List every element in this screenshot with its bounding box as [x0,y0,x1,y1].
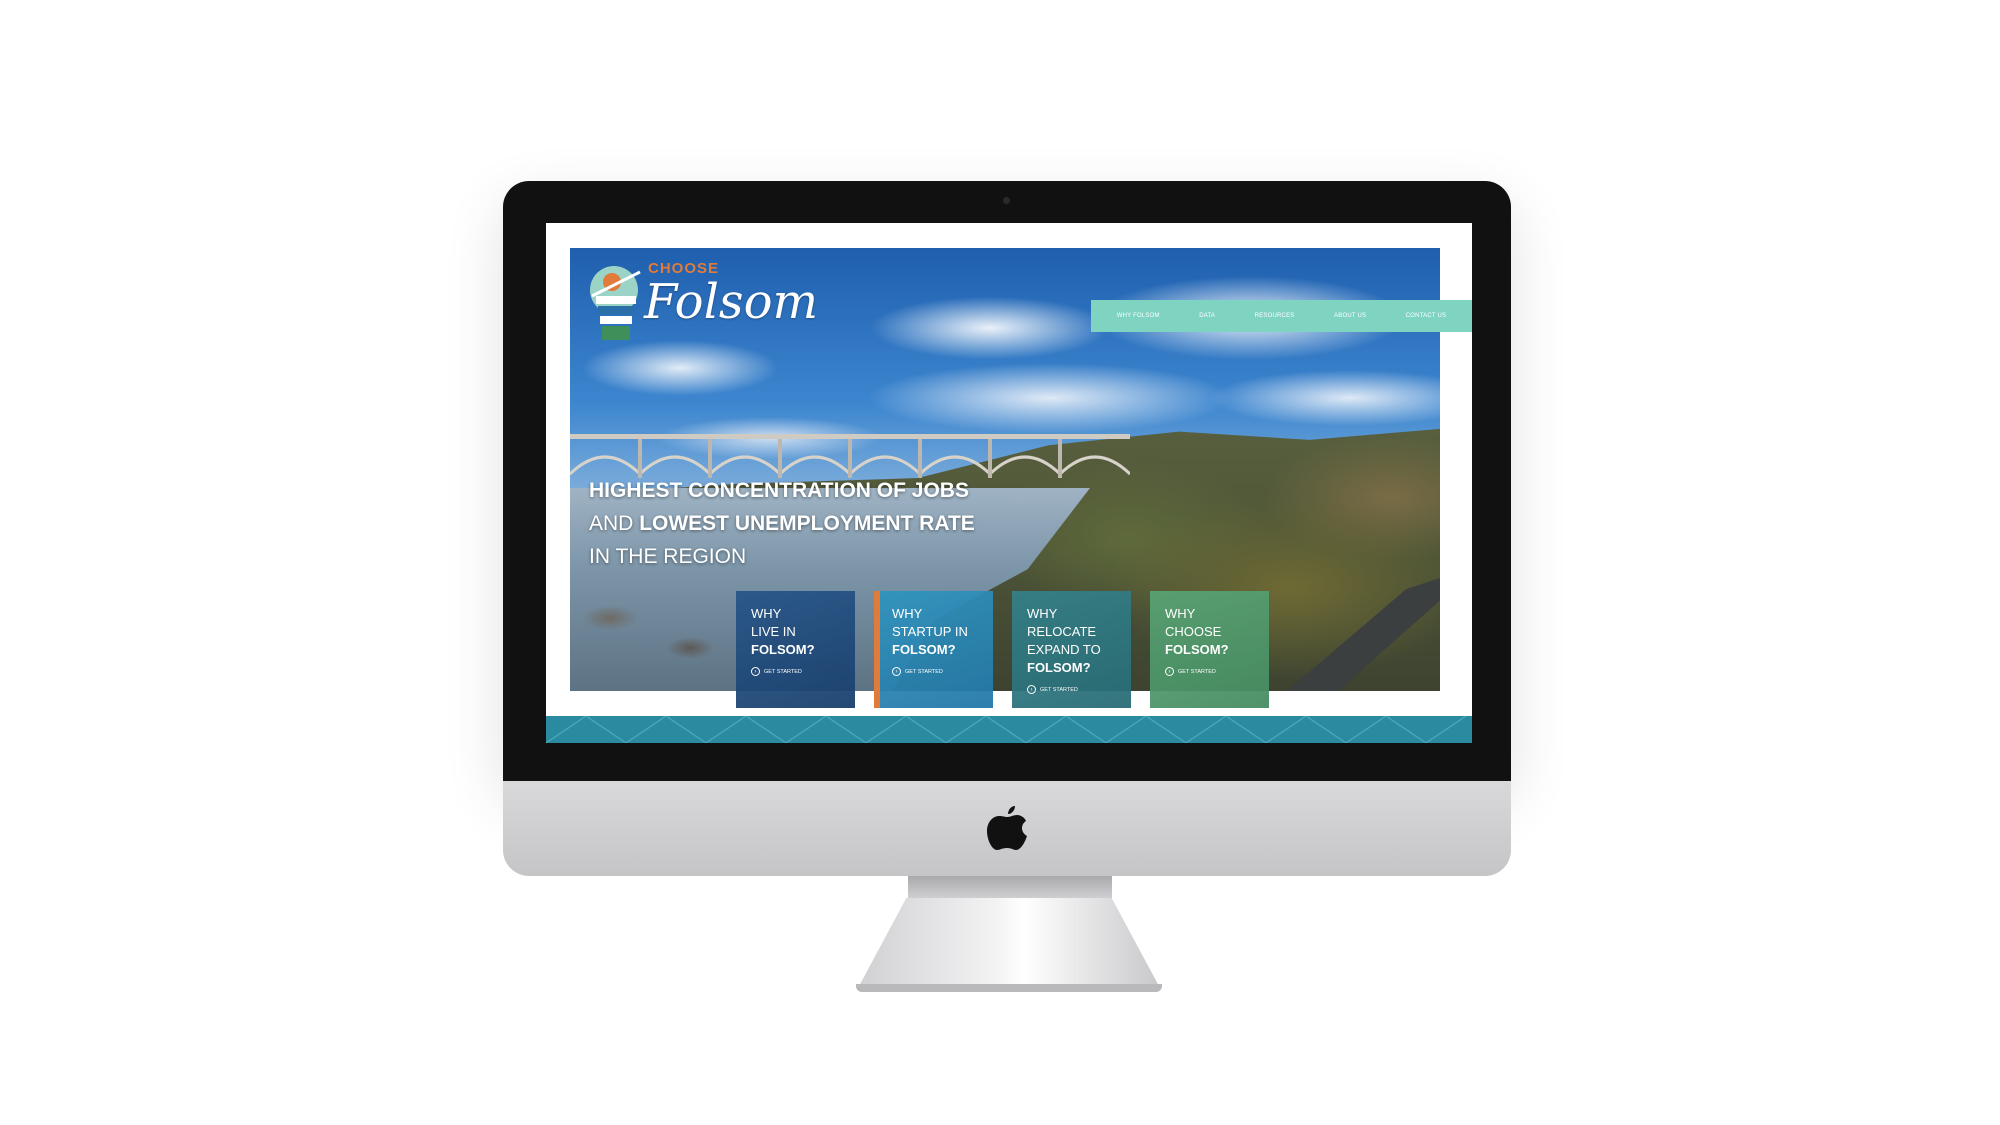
card-why-relocate[interactable]: WHY RELOCATE EXPAND TO FOLSOM? › GET STA… [1012,591,1131,708]
nav-why-folsom[interactable]: WHY FOLSOM [1117,313,1160,319]
headline-line3: IN THE REGION [589,545,747,568]
monitor-stand [858,898,1160,988]
teal-footer-band [546,716,1472,743]
card-text: CHOOSE [1165,624,1222,639]
card-why-startup[interactable]: WHY STARTUP IN FOLSOM? › GET STARTED [874,591,993,708]
logo-folsom-text: Folsom [644,274,818,330]
bridge-graphic [570,434,1130,478]
main-nav: WHY FOLSOM DATA RESOURCES ABOUT US CONTA… [1091,300,1472,332]
camera-icon [1003,197,1010,204]
card-text: EXPAND TO [1027,642,1101,657]
cta-label: GET STARTED [1040,686,1078,693]
card-text: RELOCATE [1027,624,1097,639]
band-pattern [546,716,1467,743]
apple-logo-icon [987,806,1027,850]
nav-contact-us[interactable]: CONTACT US [1406,313,1446,319]
card-title: FOLSOM? [1027,660,1091,675]
card-text: WHY [751,606,782,621]
get-started-link[interactable]: › GET STARTED [751,667,841,676]
card-text: WHY [1027,606,1058,621]
card-text: LIVE IN [751,624,796,639]
headline-line1: HIGHEST CONCENTRATION OF JOBS [589,479,969,502]
arrow-circle-icon: › [751,667,760,676]
mockup-stage: CHOOSE Folsom HIGHEST CONCENTRATION OF J… [0,0,2000,1125]
nav-resources[interactable]: RESOURCES [1255,313,1295,319]
card-why-live[interactable]: WHY LIVE IN FOLSOM? › GET STARTED [736,591,855,708]
card-title: FOLSOM? [1165,642,1229,657]
monitor-stand-base [856,984,1162,992]
arrow-circle-icon: › [1027,685,1036,694]
card-title: FOLSOM? [751,642,815,657]
card-text: WHY [892,606,923,621]
get-started-link[interactable]: › GET STARTED [1165,667,1255,676]
cta-label: GET STARTED [905,668,943,675]
website-screen: CHOOSE Folsom HIGHEST CONCENTRATION OF J… [546,223,1472,743]
choose-folsom-logo[interactable]: CHOOSE Folsom [582,254,818,364]
logo-emblem-icon [590,266,641,340]
nav-about-us[interactable]: ABOUT US [1334,313,1366,319]
cta-label: GET STARTED [764,668,802,675]
get-started-link[interactable]: › GET STARTED [892,667,979,676]
arrow-circle-icon: › [892,667,901,676]
hero-headline: HIGHEST CONCENTRATION OF JOBS AND LOWEST… [589,474,975,573]
monitor-neck [908,876,1112,898]
card-why-choose[interactable]: WHY CHOOSE FOLSOM? › GET STARTED [1150,591,1269,708]
get-started-link[interactable]: › GET STARTED [1027,685,1117,694]
card-title: FOLSOM? [892,642,956,657]
headline-line2-light: AND [589,512,634,535]
headline-line2-bold: LOWEST UNEMPLOYMENT RATE [639,512,975,535]
card-text: WHY [1165,606,1196,621]
card-text: STARTUP IN [892,624,968,639]
nav-data[interactable]: DATA [1199,313,1215,319]
arrow-circle-icon: › [1165,667,1174,676]
cta-label: GET STARTED [1178,668,1216,675]
